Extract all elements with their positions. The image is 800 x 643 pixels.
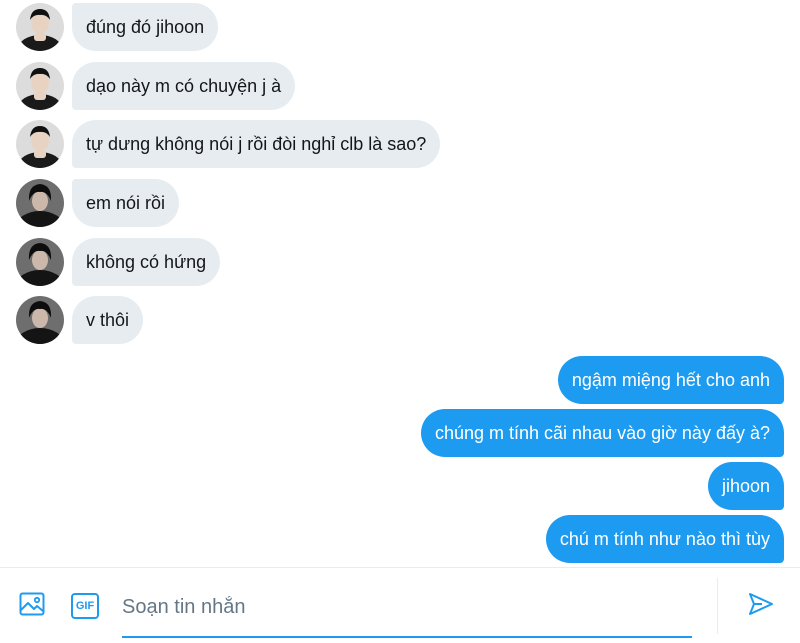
message-bubble-sent[interactable]: ngậm miệng hết cho anh bbox=[557, 356, 784, 404]
avatar[interactable] bbox=[16, 62, 64, 110]
send-button[interactable] bbox=[745, 590, 777, 622]
add-gif-button[interactable]: GIF bbox=[69, 590, 101, 622]
avatar[interactable] bbox=[16, 296, 64, 344]
message-bubble[interactable]: dạo này m có chuyện j à bbox=[72, 62, 296, 110]
message-bubble[interactable]: em nói rồi bbox=[72, 179, 180, 227]
avatar[interactable] bbox=[16, 120, 64, 168]
incoming-message: em nói rồi bbox=[16, 179, 180, 227]
avatar[interactable] bbox=[16, 238, 64, 286]
message-bubble-sent[interactable]: chú m tính như nào thì tùy bbox=[545, 515, 784, 563]
incoming-message: v thôi bbox=[16, 296, 144, 344]
divider bbox=[717, 578, 718, 634]
message-bubble[interactable]: v thôi bbox=[72, 296, 144, 344]
incoming-message: tự dưng không nói j rồi đòi nghỉ clb là … bbox=[16, 120, 441, 168]
add-image-button[interactable] bbox=[16, 590, 48, 622]
message-composer: GIF bbox=[0, 567, 800, 643]
message-list: đúng đó jihoon dạo này m có chuyện j à t bbox=[0, 0, 800, 566]
message-bubble-sent[interactable]: chúng m tính cãi nhau vào giờ này đấy à? bbox=[420, 409, 784, 457]
message-bubble[interactable]: không có hứng bbox=[72, 238, 221, 286]
message-bubble-sent[interactable]: jihoon bbox=[707, 462, 784, 510]
avatar[interactable] bbox=[16, 179, 64, 227]
incoming-message: không có hứng bbox=[16, 238, 221, 286]
message-input-container bbox=[122, 582, 692, 638]
image-icon bbox=[18, 590, 46, 623]
message-input[interactable] bbox=[122, 582, 692, 636]
avatar[interactable] bbox=[16, 3, 64, 51]
incoming-message: đúng đó jihoon bbox=[16, 3, 219, 51]
send-icon bbox=[747, 590, 775, 623]
message-bubble[interactable]: đúng đó jihoon bbox=[72, 3, 219, 51]
message-bubble[interactable]: tự dưng không nói j rồi đòi nghỉ clb là … bbox=[72, 120, 441, 168]
gif-label: GIF bbox=[75, 600, 95, 612]
incoming-message: dạo này m có chuyện j à bbox=[16, 62, 296, 110]
gif-icon: GIF bbox=[71, 593, 99, 619]
